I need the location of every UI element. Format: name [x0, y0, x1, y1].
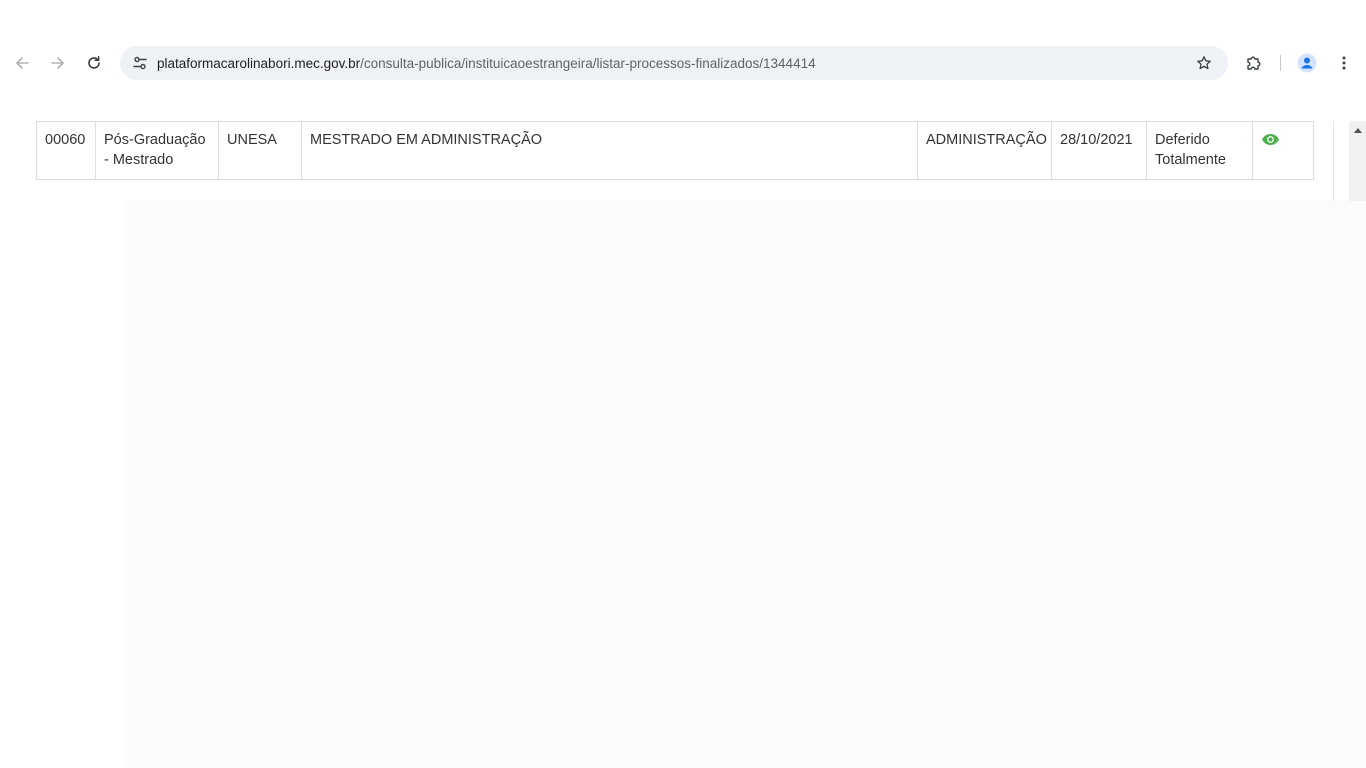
- scrollbar[interactable]: [1349, 121, 1366, 201]
- eye-icon: [1262, 134, 1279, 145]
- scroll-up-button[interactable]: [1349, 125, 1366, 135]
- cell-curso: MESTRADO EM ADMINISTRAÇÃO: [301, 121, 918, 180]
- browser-toolbar: plataformacarolinabori.mec.gov.br/consul…: [0, 45, 1366, 81]
- person-icon: [1297, 53, 1317, 73]
- profile-button[interactable]: [1293, 49, 1321, 77]
- cell-situacao: Deferido Totalmente: [1146, 121, 1253, 180]
- table-row: 00060 Pós-Graduação - Mestrado UNESA MES…: [36, 121, 1314, 180]
- cell-acao: [1252, 121, 1314, 180]
- cell-area: ADMINISTRAÇÃO: [917, 121, 1052, 180]
- arrow-right-icon: [51, 57, 64, 69]
- cell-instituicao: UNESA: [218, 121, 302, 180]
- cell-numero: 00060: [36, 121, 96, 180]
- tune-icon: [133, 56, 147, 70]
- url-text[interactable]: plataformacarolinabori.mec.gov.br/consul…: [157, 55, 816, 73]
- cell-data: 28/10/2021: [1051, 121, 1147, 180]
- reload-icon: [88, 56, 100, 69]
- star-icon: [1197, 56, 1211, 70]
- bookmark-button[interactable]: [1190, 49, 1218, 77]
- puzzle-icon: [1247, 56, 1261, 70]
- extensions-button[interactable]: [1240, 49, 1268, 77]
- tab-strip: [0, 0, 1366, 45]
- page-viewport: 00060 Pós-Graduação - Mestrado UNESA MES…: [0, 81, 1366, 768]
- url-host: plataformacarolinabori.mec.gov.br: [157, 56, 361, 71]
- menu-button[interactable]: [1330, 49, 1358, 77]
- processos-table: 00060 Pós-Graduação - Mestrado UNESA MES…: [36, 121, 1314, 180]
- frame-divider: [1333, 121, 1334, 201]
- reload-button[interactable]: [80, 49, 108, 77]
- toolbar-separator: [1280, 55, 1281, 71]
- caret-up-icon: [1353, 128, 1362, 133]
- kebab-menu-icon: [1342, 56, 1346, 70]
- site-info-button[interactable]: [126, 49, 154, 77]
- view-details-button[interactable]: [1261, 132, 1280, 152]
- address-bar[interactable]: plataformacarolinabori.mec.gov.br/consul…: [120, 46, 1228, 80]
- cell-tipo: Pós-Graduação - Mestrado: [95, 121, 219, 180]
- back-button[interactable]: [8, 49, 36, 77]
- forward-button[interactable]: [44, 49, 72, 77]
- url-path: /consulta-publica/instituicaoestrangeira…: [360, 56, 816, 71]
- page-background: [127, 200, 1366, 768]
- arrow-left-icon: [16, 57, 29, 69]
